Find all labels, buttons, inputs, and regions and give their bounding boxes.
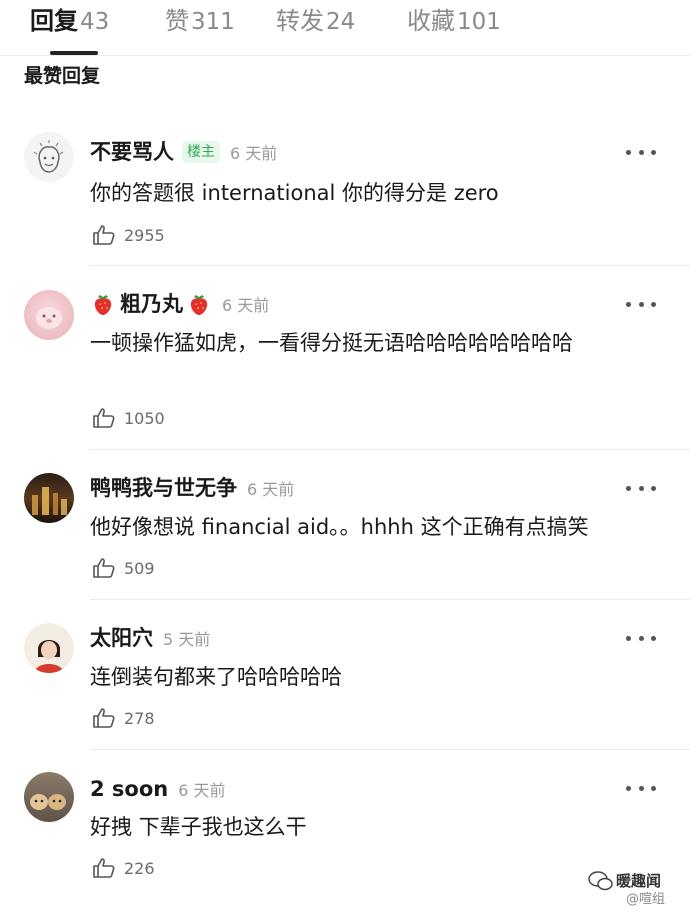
timestamp: 6 天前 bbox=[222, 296, 270, 315]
timestamp: 5 天前 bbox=[163, 630, 211, 649]
comment-text: 你的答题很 international 你的得分是 zero bbox=[90, 181, 499, 205]
tab-likes[interactable]: 赞311 bbox=[165, 6, 235, 37]
more-options-icon[interactable] bbox=[626, 478, 656, 498]
like-button[interactable]: 509 bbox=[92, 555, 155, 581]
comment-tabs: 回复43 赞311 转发24 收藏101 bbox=[0, 0, 690, 56]
watermark: 暖趣闻 @喧组 bbox=[588, 868, 688, 908]
pink-avatar[interactable] bbox=[24, 290, 74, 340]
comment-header: 粗乃丸 6 天前 bbox=[90, 289, 269, 319]
more-options-icon[interactable] bbox=[626, 294, 656, 314]
tab-reposts[interactable]: 转发24 bbox=[276, 6, 355, 37]
thumbs-up-icon bbox=[92, 706, 116, 730]
username[interactable]: 粗乃丸 bbox=[120, 290, 183, 318]
more-options-icon[interactable] bbox=[626, 628, 656, 648]
op-badge: 楼主 bbox=[182, 141, 220, 163]
more-options-icon[interactable] bbox=[626, 778, 656, 798]
like-button[interactable]: 226 bbox=[92, 855, 155, 881]
tab-favorites[interactable]: 收藏101 bbox=[407, 6, 501, 37]
comment-text: 连倒装句都来了哈哈哈哈哈 bbox=[90, 665, 342, 689]
like-button[interactable]: 1050 bbox=[92, 405, 165, 431]
comment-header: 2 soon 6 天前 bbox=[90, 774, 226, 804]
like-count: 1050 bbox=[124, 408, 165, 428]
strawberry-icon bbox=[90, 291, 116, 317]
username[interactable]: 2 soon bbox=[90, 775, 168, 803]
watermark-handle: @喧组 bbox=[626, 892, 666, 907]
comment-divider bbox=[90, 449, 690, 450]
tab-likes-label: 赞 bbox=[165, 7, 189, 35]
like-button[interactable]: 2955 bbox=[92, 222, 165, 248]
timestamp: 6 天前 bbox=[230, 144, 278, 163]
tab-replies[interactable]: 回复43 bbox=[30, 6, 109, 37]
comment-text: 一顿操作猛如虎，一看得分挺无语哈哈哈哈哈哈哈哈 bbox=[90, 331, 573, 355]
username[interactable]: 不要骂人 bbox=[90, 138, 174, 166]
timestamp: 6 天前 bbox=[178, 781, 226, 800]
tab-replies-count: 43 bbox=[80, 9, 110, 35]
like-count: 509 bbox=[124, 558, 155, 578]
username[interactable]: 太阳穴 bbox=[90, 624, 153, 652]
comment-text: 好拽 下辈子我也这么干 bbox=[90, 815, 307, 839]
like-count: 226 bbox=[124, 858, 155, 878]
thumbs-up-icon bbox=[92, 223, 116, 247]
thumbs-up-icon bbox=[92, 406, 116, 430]
like-count: 278 bbox=[124, 708, 155, 728]
strawberry-icon bbox=[186, 291, 212, 317]
tab-likes-count: 311 bbox=[191, 9, 235, 35]
tab-reposts-label: 转发 bbox=[276, 7, 324, 35]
girl-avatar[interactable] bbox=[24, 623, 74, 673]
like-count: 2955 bbox=[124, 225, 165, 245]
thumbs-up-icon bbox=[92, 856, 116, 880]
comment-divider bbox=[90, 749, 690, 750]
comment-header: 不要骂人 楼主 6 天前 bbox=[90, 137, 277, 167]
comment-divider bbox=[90, 265, 690, 266]
section-title: 最赞回复 bbox=[24, 65, 101, 87]
comment-divider bbox=[90, 599, 690, 600]
comment-header: 鸭鸭我与世无争 6 天前 bbox=[90, 473, 294, 503]
more-options-icon[interactable] bbox=[626, 142, 656, 162]
like-button[interactable]: 278 bbox=[92, 705, 155, 731]
dogs-avatar[interactable] bbox=[24, 772, 74, 822]
tab-replies-label: 回复 bbox=[30, 7, 78, 35]
city-night-avatar[interactable] bbox=[24, 473, 74, 523]
active-tab-indicator bbox=[50, 51, 98, 55]
comment-header: 太阳穴 5 天前 bbox=[90, 623, 210, 653]
tab-favorites-label: 收藏 bbox=[407, 7, 455, 35]
tab-reposts-count: 24 bbox=[326, 9, 356, 35]
thumbs-up-icon bbox=[92, 556, 116, 580]
comment-text: 他好像想说 financial aid。。hhhh 这个正确有点搞笑 bbox=[90, 515, 589, 539]
timestamp: 6 天前 bbox=[247, 480, 295, 499]
tab-favorites-count: 101 bbox=[457, 9, 501, 35]
username[interactable]: 鸭鸭我与世无争 bbox=[90, 474, 237, 502]
sketch-face-avatar[interactable] bbox=[24, 132, 74, 182]
